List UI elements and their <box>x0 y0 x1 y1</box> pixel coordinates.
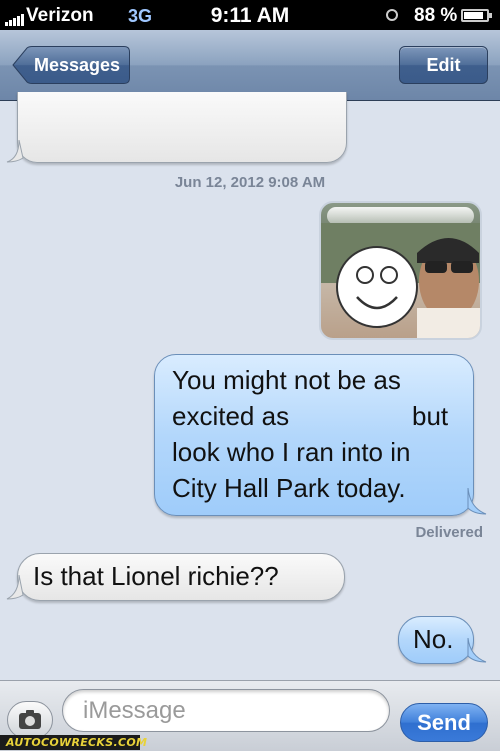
message-timestamp: Jun 12, 2012 9:08 AM <box>174 174 326 191</box>
watermark-text: AUTOCOWRECKS.COM <box>6 736 148 749</box>
sent-message-line: but <box>412 401 449 431</box>
messages-back-button[interactable]: Messages <box>12 46 130 84</box>
smiley-face-icon <box>335 245 419 329</box>
sent-message-line: excited as <box>172 401 290 431</box>
battery-percentage: 88 % <box>414 5 458 26</box>
sent-message-line: You might not be as <box>172 365 401 395</box>
sent-message-line: City Hall Park today. <box>172 473 406 503</box>
battery-icon <box>461 9 492 22</box>
watermark-strip: AUTOCOWRECKS.COM <box>0 735 147 750</box>
received-message-text: Is that Lionel richie?? <box>33 561 279 591</box>
sent-photo-attachment[interactable] <box>319 201 482 340</box>
sent-reply-text: No. <box>413 624 454 654</box>
status-bar: Verizon 3G 9:11 AM 88 % <box>0 0 500 30</box>
sent-message-bubble: You might not be as excited as but look … <box>154 354 474 516</box>
delivered-status: Delivered <box>415 524 483 541</box>
alarm-clock-icon <box>386 9 398 21</box>
edit-button[interactable]: Edit <box>399 46 488 84</box>
send-button[interactable]: Send <box>400 703 488 742</box>
received-bubble-tail <box>6 140 24 163</box>
camera-icon <box>19 710 41 729</box>
sent-reply-bubble: No. <box>398 616 474 664</box>
previous-received-bubble <box>17 92 347 163</box>
back-button-label: Messages <box>33 55 121 75</box>
received-bubble-tail <box>6 575 24 600</box>
sent-bubble-tail <box>467 488 487 515</box>
battery-fill <box>464 12 483 19</box>
sent-message-line: look who I ran into in <box>172 437 411 467</box>
camera-button[interactable] <box>7 701 53 739</box>
navigation-bar: Messages Edit <box>0 30 500 101</box>
received-message-bubble: Is that Lionel richie?? <box>17 553 345 601</box>
imessage-input[interactable]: iMessage <box>62 689 390 732</box>
sent-bubble-tail <box>467 638 487 663</box>
